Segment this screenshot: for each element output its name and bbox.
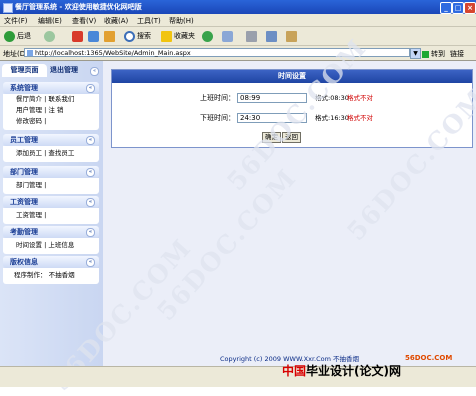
section-system-body: 餐厅简介 | 联系我们 用户管理 | 注 销 修改密码 |	[3, 94, 99, 130]
menu-tools[interactable]: 工具(T)	[137, 16, 161, 26]
browser-toolbar: 后退 搜索 收藏夹	[0, 27, 476, 46]
edit-button[interactable]	[266, 30, 279, 42]
section-dept-header[interactable]: 部门管理 «	[3, 166, 99, 178]
collapse-icon[interactable]: «	[86, 136, 95, 145]
menu-bar: 文件(F) 编辑(E) 查看(V) 收藏(A) 工具(T) 帮助(H)	[0, 14, 476, 27]
work-end-error: 格式不对	[347, 114, 373, 122]
menu-favorites[interactable]: 收藏(A)	[104, 16, 128, 26]
section-salary-header[interactable]: 工资管理 «	[3, 196, 99, 208]
collapse-icon[interactable]: «	[86, 168, 95, 177]
forward-button[interactable]	[44, 30, 57, 42]
printer-icon	[246, 30, 257, 42]
section-system-header[interactable]: 系统管理 «	[3, 82, 99, 94]
edit-icon	[266, 30, 277, 42]
admin-sidebar: 管理页面 退出管理 « 系统管理 « 餐厅简介 | 联系我们 用户管理 | 注 销…	[0, 61, 103, 366]
address-url: http://localhost:1365/WebSite/Admin_Main…	[35, 49, 191, 57]
maximize-button[interactable]: □	[452, 2, 464, 14]
menu-link-row[interactable]: 工资管理 |	[16, 210, 99, 221]
window-title-bar: 餐厅管理系统 - 欢迎使用敏捷优化网吧版 _ □ ×	[0, 0, 476, 14]
refresh-icon	[88, 30, 99, 42]
page-icon	[27, 50, 33, 56]
favorites-button[interactable]: 收藏夹	[161, 30, 195, 42]
history-icon	[202, 30, 213, 42]
status-bar	[0, 366, 476, 387]
copyright-text: 程序制作： 不抽香烟	[14, 271, 75, 279]
messenger-button[interactable]	[286, 30, 299, 42]
collapse-icon[interactable]: «	[86, 228, 95, 237]
refresh-button[interactable]	[88, 30, 101, 42]
panel-title: 时间设置	[112, 70, 472, 83]
menu-help[interactable]: 帮助(H)	[169, 16, 194, 26]
menu-view[interactable]: 查看(V)	[72, 16, 96, 26]
tab-admin-page[interactable]: 管理页面	[2, 64, 47, 77]
collapse-icon[interactable]: «	[86, 258, 95, 267]
sidebar-tabs: 管理页面 退出管理 «	[2, 64, 100, 77]
work-start-error: 格式不对	[347, 94, 373, 102]
menu-link-row[interactable]: 用户管理 | 注 销	[16, 105, 99, 116]
section-staff-body: 添加员工 | 查找员工	[3, 146, 99, 162]
brand-logo-text: 中国毕业设计(论文)网	[282, 364, 401, 378]
section-staff-header[interactable]: 员工管理 «	[3, 134, 99, 146]
collapse-icon[interactable]: «	[90, 67, 99, 76]
section-salary-body: 工资管理 |	[3, 208, 99, 224]
work-start-label: 上班时间：	[200, 94, 235, 102]
close-button[interactable]: ×	[464, 2, 476, 14]
menu-link-row[interactable]: 添加员工 | 查找员工	[16, 148, 99, 159]
brand-site: 56DOC.COM	[405, 354, 453, 362]
forward-arrow-icon	[44, 30, 55, 42]
section-copyright-body: 程序制作： 不抽香烟	[3, 268, 99, 284]
app-icon	[3, 3, 13, 13]
section-attendance-header[interactable]: 考勤管理 «	[3, 226, 99, 238]
menu-link-row[interactable]: 时间设置 | 上班信息	[16, 240, 99, 251]
history-button[interactable]	[202, 30, 215, 42]
address-dropdown-button[interactable]: ▼	[410, 48, 421, 59]
print-button[interactable]	[246, 30, 259, 42]
menu-link-row[interactable]: 餐厅简介 | 联系我们	[16, 94, 99, 105]
discuss-icon	[286, 30, 297, 42]
menu-link-row[interactable]: 修改密码 |	[16, 116, 99, 127]
home-button[interactable]	[104, 30, 117, 42]
window-title: 餐厅管理系统 - 欢迎使用敏捷优化网吧版	[15, 3, 142, 11]
back-arrow-icon	[4, 30, 15, 42]
address-bar: 地址(D) http://localhost:1365/WebSite/Admi…	[0, 46, 476, 61]
collapse-icon[interactable]: «	[86, 198, 95, 207]
menu-file[interactable]: 文件(F)	[4, 16, 28, 26]
go-button[interactable]: 转到	[422, 49, 445, 59]
search-button[interactable]: 搜索	[124, 30, 151, 42]
work-end-label: 下班时间：	[200, 114, 235, 122]
mail-icon	[222, 30, 233, 42]
work-end-format: 格式:16:30	[315, 114, 349, 122]
stop-icon	[72, 30, 83, 42]
search-icon	[124, 30, 135, 42]
links-button[interactable]: 链接	[450, 49, 464, 59]
home-icon	[104, 30, 115, 42]
section-copyright-header[interactable]: 版权信息 «	[3, 256, 99, 268]
mail-button[interactable]	[222, 30, 235, 42]
minimize-button[interactable]: _	[440, 2, 452, 14]
section-attendance-body: 时间设置 | 上班信息	[3, 238, 99, 254]
back-button[interactable]: 后退	[4, 30, 31, 42]
star-icon	[161, 30, 172, 42]
go-arrow-icon	[422, 50, 429, 58]
section-dept-body: 部门管理 |	[3, 178, 99, 194]
menu-link-row[interactable]: 部门管理 |	[16, 180, 99, 191]
stop-button[interactable]	[72, 30, 85, 42]
collapse-icon[interactable]: «	[86, 84, 95, 93]
menu-edit[interactable]: 编辑(E)	[38, 16, 62, 26]
